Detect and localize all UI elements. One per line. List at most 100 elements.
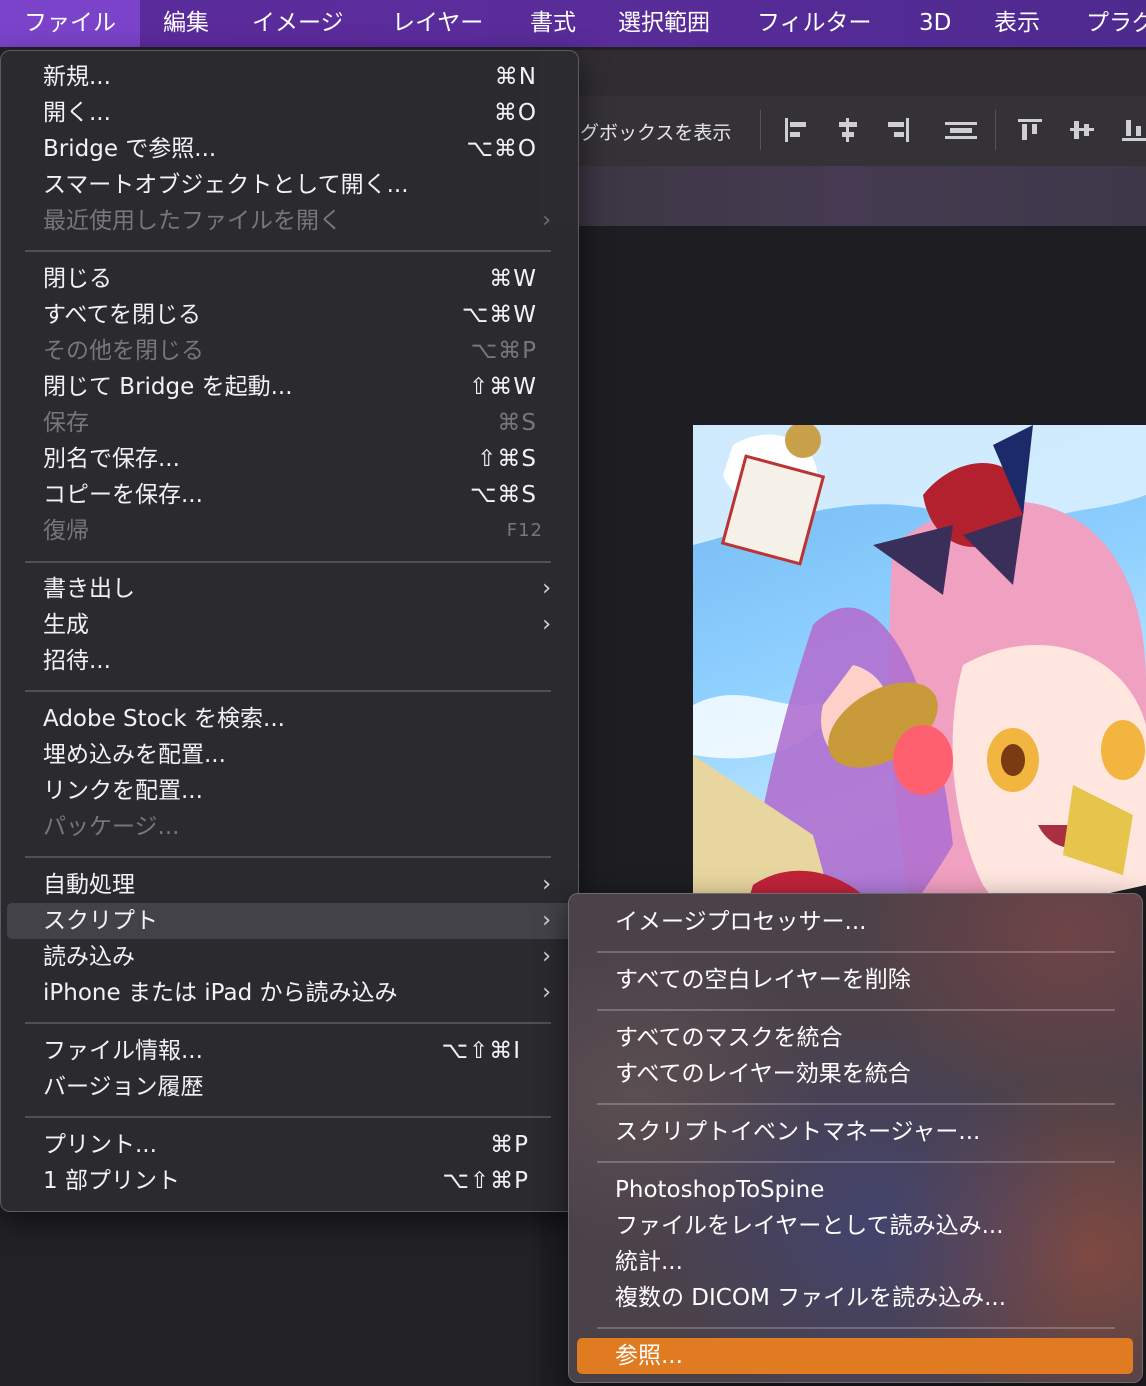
menu-item-save-as[interactable]: 別名で保存... ⇧⌘S <box>7 441 573 477</box>
menu-item-label: 閉じる <box>43 266 112 292</box>
align-bottom-icon[interactable] <box>1120 116 1146 144</box>
menu-item-label: 複数の DICOM ファイルを読み込み... <box>615 1285 1007 1311</box>
shortcut-label: ⌥⌘S <box>469 482 537 508</box>
menu-item-search-adobe-stock[interactable]: Adobe Stock を検索... <box>7 701 573 737</box>
align-top-icon[interactable] <box>1016 116 1044 144</box>
shortcut-label: ⌥⌘W <box>461 302 537 328</box>
menu-item-label: すべてのレイヤー効果を統合 <box>615 1061 911 1087</box>
menubar-filter[interactable]: フィルター <box>733 0 896 47</box>
menu-item-revert[interactable]: 復帰 F12 <box>7 513 573 549</box>
chevron-right-icon: › <box>542 908 551 933</box>
menu-item-close-others[interactable]: その他を閉じる ⌥⌘P <box>7 333 573 369</box>
menubar-edit[interactable]: 編集 <box>139 0 233 47</box>
submenu-item-image-processor[interactable]: イメージプロセッサー... <box>577 904 1133 940</box>
chevron-right-icon: › <box>542 980 551 1005</box>
shortcut-label: ⌥⇧⌘I <box>441 1038 521 1064</box>
menu-item-label: スクリプト <box>43 908 158 934</box>
align-vertical-center-icon[interactable] <box>1068 116 1096 144</box>
menu-item-scripts[interactable]: スクリプト › <box>7 903 573 939</box>
submenu-item-photoshop-to-spine[interactable]: PhotoshopToSpine <box>577 1172 1133 1208</box>
menu-item-label: 1 部プリント <box>43 1168 180 1194</box>
menu-item-label: すべてを閉じる <box>43 302 202 328</box>
menu-item-label: 統計... <box>615 1249 683 1275</box>
menu-item-open[interactable]: 開く... ⌘O <box>7 95 573 131</box>
menu-item-label: リンクを配置... <box>43 778 203 804</box>
menu-separator <box>597 1327 1115 1329</box>
menu-separator <box>25 561 551 563</box>
menubar-image[interactable]: イメージ <box>228 0 368 47</box>
distribute-icon[interactable] <box>944 116 978 144</box>
menu-item-file-info[interactable]: ファイル情報... ⌥⇧⌘I <box>7 1033 573 1069</box>
menu-item-close-and-go-to-bridge[interactable]: 閉じて Bridge を起動... ⇧⌘W <box>7 369 573 405</box>
menu-item-version-history[interactable]: バージョン履歴 <box>7 1069 573 1105</box>
menu-item-label: パッケージ... <box>43 814 180 840</box>
menu-item-open-recent[interactable]: 最近使用したファイルを開く › <box>7 203 573 239</box>
submenu-item-flatten-all-masks[interactable]: すべてのマスクを統合 <box>577 1020 1133 1056</box>
menu-item-print-one-copy[interactable]: 1 部プリント ⌥⇧⌘P <box>7 1163 573 1199</box>
menu-item-close[interactable]: 閉じる ⌘W <box>7 261 573 297</box>
menu-item-invite[interactable]: 招待... <box>7 643 573 679</box>
menu-item-generate[interactable]: 生成 › <box>7 607 573 643</box>
app-bar <box>540 50 1146 96</box>
divider <box>760 110 761 150</box>
submenu-item-load-multiple-dicom[interactable]: 複数の DICOM ファイルを読み込み... <box>577 1280 1133 1316</box>
menu-item-label: 埋め込みを配置... <box>43 742 226 768</box>
submenu-item-statistics[interactable]: 統計... <box>577 1244 1133 1280</box>
menubar-select[interactable]: 選択範囲 <box>594 0 734 47</box>
menu-separator <box>25 690 551 692</box>
menu-item-place-embedded[interactable]: 埋め込みを配置... <box>7 737 573 773</box>
submenu-item-script-events-manager[interactable]: スクリプトイベントマネージャー... <box>577 1114 1133 1150</box>
align-horizontal-center-icon[interactable] <box>834 116 862 144</box>
menu-item-export[interactable]: 書き出し › <box>7 571 573 607</box>
menubar-file[interactable]: ファイル <box>0 0 140 47</box>
menubar-layer[interactable]: レイヤー <box>368 0 507 47</box>
menu-item-label: 自動処理 <box>43 872 135 898</box>
menu-item-label: すべてのマスクを統合 <box>615 1025 843 1051</box>
file-menu: 新規... ⌘N 開く... ⌘O Bridge で参照... ⌥⌘O スマート… <box>0 50 579 1212</box>
menu-item-package[interactable]: パッケージ... <box>7 809 573 845</box>
menubar-view[interactable]: 表示 <box>970 0 1064 47</box>
shortcut-label: ⌘N <box>494 64 537 90</box>
menu-separator <box>25 250 551 252</box>
menu-item-browse-in-bridge[interactable]: Bridge で参照... ⌥⌘O <box>7 131 573 167</box>
menu-item-close-all[interactable]: すべてを閉じる ⌥⌘W <box>7 297 573 333</box>
menubar-plugins[interactable]: プラグ <box>1062 0 1146 47</box>
chevron-right-icon: › <box>542 612 551 637</box>
shortcut-label: ⇧⌘S <box>477 446 537 472</box>
menu-item-label: 保存 <box>43 410 89 436</box>
chevron-right-icon: › <box>542 872 551 897</box>
submenu-item-load-files-into-stack[interactable]: ファイルをレイヤーとして読み込み... <box>577 1208 1133 1244</box>
submenu-item-browse[interactable]: 参照... <box>577 1338 1133 1374</box>
menu-item-import[interactable]: 読み込み › <box>7 939 573 975</box>
menu-item-label: スクリプトイベントマネージャー... <box>615 1119 981 1145</box>
menu-item-label: Adobe Stock を検索... <box>43 706 285 732</box>
menu-item-automate[interactable]: 自動処理 › <box>7 867 573 903</box>
submenu-item-delete-empty-layers[interactable]: すべての空白レイヤーを削除 <box>577 962 1133 998</box>
shortcut-label: ⇧⌘W <box>468 374 537 400</box>
menu-item-save[interactable]: 保存 ⌘S <box>7 405 573 441</box>
menu-item-new[interactable]: 新規... ⌘N <box>7 59 573 95</box>
menu-item-place-linked[interactable]: リンクを配置... <box>7 773 573 809</box>
menu-item-label: 新規... <box>43 64 111 90</box>
menu-item-label: 書き出し <box>43 576 135 602</box>
menu-item-open-as-smart-object[interactable]: スマートオブジェクトとして開く... <box>7 167 573 203</box>
menu-bar: ファイル 編集 イメージ レイヤー 書式 選択範囲 フィルター 3D 表示 プラ… <box>0 0 1146 47</box>
submenu-item-flatten-all-layer-effects[interactable]: すべてのレイヤー効果を統合 <box>577 1056 1133 1092</box>
menu-item-label: その他を閉じる <box>43 338 204 364</box>
menubar-type[interactable]: 書式 <box>506 0 600 47</box>
menu-item-label: すべての空白レイヤーを削除 <box>615 967 911 993</box>
shortcut-label: ⌘P <box>490 1132 529 1158</box>
menu-item-label: iPhone または iPad から読み込み <box>43 980 398 1006</box>
menu-item-import-from-iphone-ipad[interactable]: iPhone または iPad から読み込み › <box>7 975 573 1011</box>
menubar-3d[interactable]: 3D <box>895 0 975 47</box>
show-bounding-box-label[interactable]: グボックスを表示 <box>580 118 731 145</box>
shortcut-label: ⌥⌘P <box>470 338 537 364</box>
align-right-icon[interactable] <box>884 116 912 144</box>
menu-item-label: 別名で保存... <box>43 446 180 472</box>
menu-item-save-a-copy[interactable]: コピーを保存... ⌥⌘S <box>7 477 573 513</box>
scripts-submenu: イメージプロセッサー... すべての空白レイヤーを削除 すべてのマスクを統合 す… <box>568 893 1143 1383</box>
chevron-right-icon: › <box>542 208 551 233</box>
menu-item-print[interactable]: プリント... ⌘P <box>7 1127 573 1163</box>
menu-item-label: バージョン履歴 <box>43 1074 204 1100</box>
align-left-icon[interactable] <box>782 116 810 144</box>
